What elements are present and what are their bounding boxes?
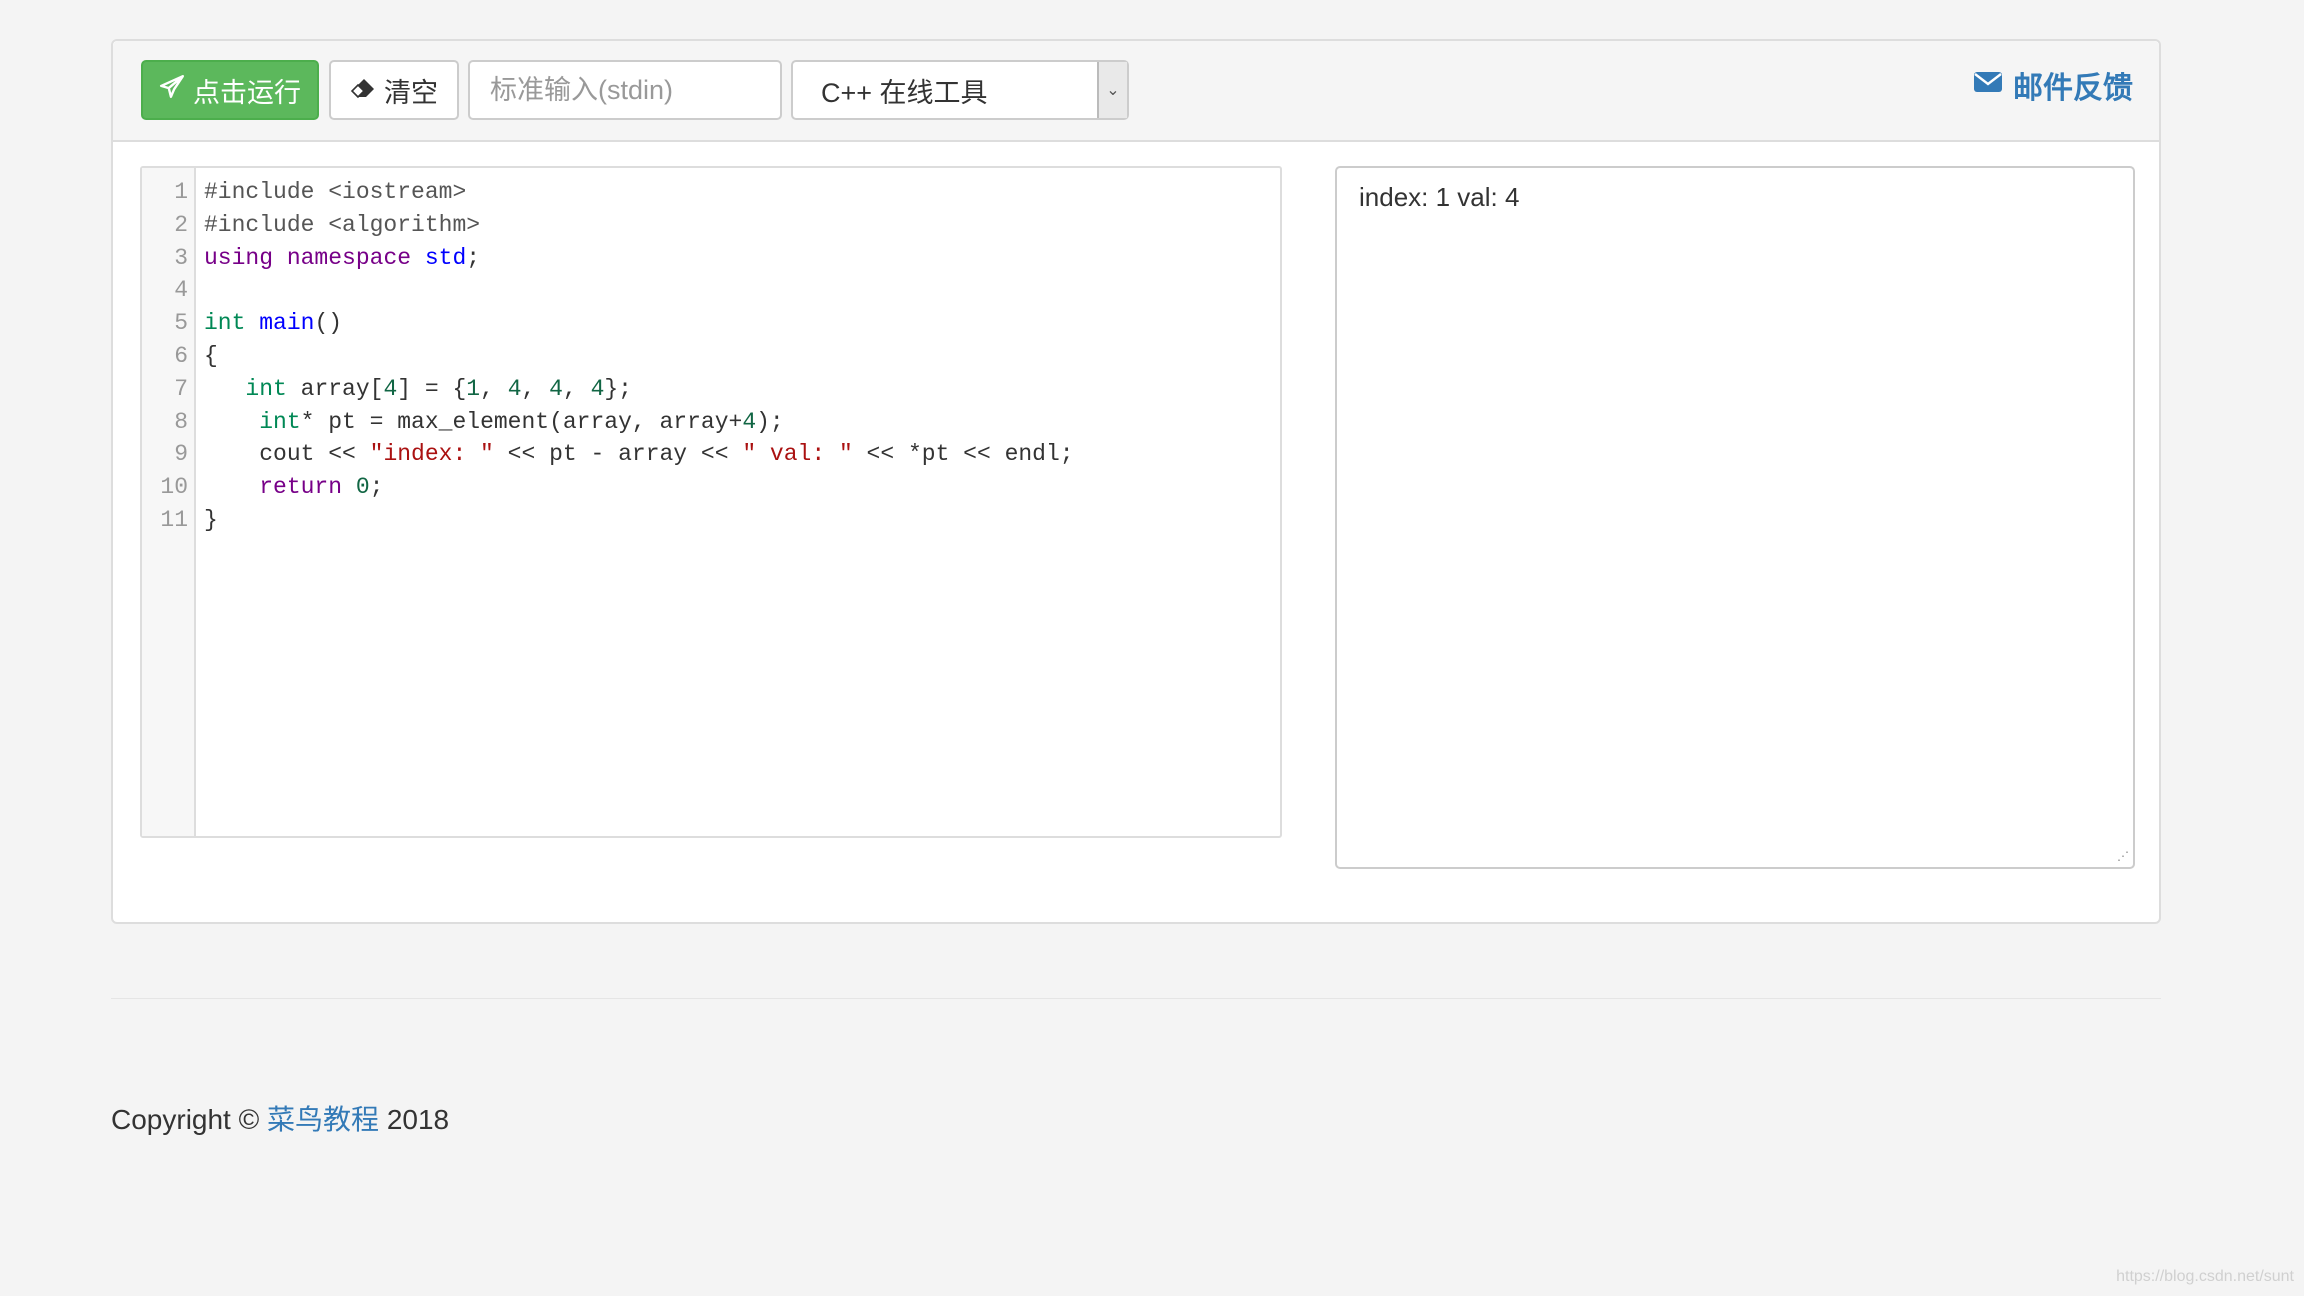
clear-button[interactable]: 清空 <box>329 60 459 120</box>
run-button-label: 点击运行 <box>193 77 301 108</box>
copyright-year: 2018 <box>379 1104 450 1135</box>
paper-plane-icon <box>159 74 185 107</box>
code-runner-panel: 点击运行 清空 C++ 在线工具 ⌄ 邮件反馈 1 2 3 4 <box>111 39 2161 924</box>
eraser-icon <box>350 75 376 106</box>
feedback-label: 邮件反馈 <box>2013 72 2133 105</box>
resize-handle-icon[interactable]: ⋰ <box>2115 849 2129 863</box>
copyright-text: Copyright © <box>111 1104 268 1135</box>
watermark: https://blog.csdn.net/sunt <box>2116 1268 2294 1285</box>
code-line: #include <iostream> <box>204 179 467 205</box>
stdin-input[interactable] <box>468 60 782 120</box>
code-editor[interactable]: 1 2 3 4 5 6 7 8 9 10 11 #include <iostre… <box>140 166 1282 838</box>
code-line: #include <algorithm> <box>204 211 481 238</box>
output-text: index: 1 val: 4 <box>1359 182 1520 212</box>
code-line: { <box>204 342 218 369</box>
chevron-down-icon[interactable]: ⌄ <box>1097 62 1127 118</box>
divider <box>111 998 2161 999</box>
feedback-link[interactable]: 邮件反馈 <box>1973 63 2133 107</box>
output-panel[interactable]: index: 1 val: 4 ⋰ <box>1335 166 2135 869</box>
code-line: } <box>204 506 218 533</box>
code-line: using namespace std; <box>204 244 481 271</box>
code-line: cout << "index: " << pt - array << " val… <box>204 441 1074 468</box>
code-line: int array[4] = {1, 4, 4, 4}; <box>245 375 632 402</box>
clear-button-label: 清空 <box>384 77 438 108</box>
site-link[interactable]: 菜鸟教程 <box>267 1104 379 1135</box>
line-numbers: 1 2 3 4 5 6 7 8 9 10 11 <box>160 179 188 533</box>
code-line: return 0; <box>259 474 384 501</box>
language-select[interactable]: C++ 在线工具 ⌄ <box>791 60 1129 120</box>
code-line: int* pt = max_element(array, array+4); <box>259 408 784 435</box>
language-select-value: C++ 在线工具 <box>821 77 988 108</box>
source-code[interactable]: #include <iostream> #include <algorithm> u… <box>204 176 1074 537</box>
run-button[interactable]: 点击运行 <box>141 60 319 120</box>
envelope-icon <box>1973 68 2003 102</box>
footer: Copyright © 菜鸟教程 2018 <box>111 1098 449 1138</box>
line-number-gutter: 1 2 3 4 5 6 7 8 9 10 11 <box>142 168 196 836</box>
toolbar: 点击运行 清空 C++ 在线工具 ⌄ 邮件反馈 <box>113 41 2159 142</box>
code-line: int main() <box>204 310 343 337</box>
